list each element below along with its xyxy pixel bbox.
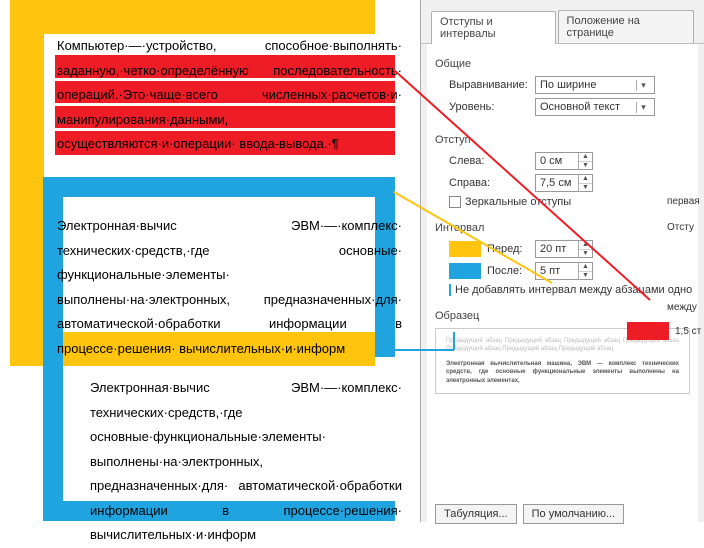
label-indent-r: Отсту [667, 222, 694, 233]
tab-position[interactable]: Положение на странице [558, 10, 694, 43]
dialog-buttons: Табуляция... По умолчанию... [435, 504, 624, 524]
label-first: первая [667, 196, 700, 207]
label-before: Перед: [449, 241, 535, 257]
up-icon[interactable]: ▲ [579, 241, 592, 250]
swatch-red [627, 322, 669, 340]
down-icon[interactable]: ▼ [579, 184, 592, 192]
up-icon[interactable]: ▲ [579, 175, 592, 184]
label-right: Справа: [449, 177, 535, 189]
up-icon[interactable]: ▲ [579, 153, 592, 162]
button-default[interactable]: По умолчанию... [523, 504, 625, 524]
up-icon[interactable]: ▲ [579, 263, 592, 272]
label-align: Выравнивание: [449, 79, 535, 91]
label-between: между [667, 302, 697, 313]
row-level: Уровень: Основной текст▾ [449, 98, 690, 116]
tabs: Отступы и интервалы Положение на страниц… [421, 0, 704, 44]
spacing-after-bar-top [43, 177, 395, 197]
row-after: После: 5 пт▲▼ [449, 262, 690, 280]
down-icon[interactable]: ▼ [579, 162, 592, 170]
paragraph-dialog: Отступы и интервалы Положение на страниц… [420, 0, 704, 522]
document-area: Компьютер·—·устройство, способное·выполн… [0, 0, 418, 522]
spinner-left[interactable]: 0 см▲▼ [535, 152, 593, 170]
row-right: Справа: 7,5 см▲▼ [449, 174, 690, 192]
dropdown-level[interactable]: Основной текст▾ [535, 98, 655, 116]
row-before: Перед: 20 пт▲▼ [449, 240, 690, 258]
checkbox-mirror[interactable] [449, 196, 461, 208]
group-sample: Образец [435, 310, 690, 322]
button-tabs[interactable]: Табуляция... [435, 504, 517, 524]
down-icon[interactable]: ▼ [579, 272, 592, 280]
tab-indents[interactable]: Отступы и интервалы [431, 11, 556, 44]
swatch-blue [449, 263, 481, 279]
label-linesp: 1,5 ст [675, 326, 701, 337]
group-interval: Интервал [435, 222, 690, 234]
dialog-body: Общие Выравнивание: По ширине▾ Уровень: … [427, 44, 698, 524]
row-align: Выравнивание: По ширине▾ [449, 76, 690, 94]
group-general: Общие [435, 58, 690, 70]
row-mirror: Зеркальные отступы [449, 196, 690, 208]
spinner-before[interactable]: 20 пт▲▼ [535, 240, 593, 258]
swatch-yellow [449, 241, 481, 257]
row-nogap: Не добавлять интервал между абзацами одн… [449, 284, 690, 296]
label-after: После: [449, 263, 535, 279]
down-icon[interactable]: ▼ [579, 250, 592, 258]
paragraph-2[interactable]: Электронная·вычис ЭВМ·—·комплекс· технич… [57, 214, 402, 361]
spinner-right[interactable]: 7,5 см▲▼ [535, 174, 593, 192]
paragraph-1[interactable]: Компьютер·—·устройство, способное·выполн… [57, 34, 402, 157]
dropdown-align[interactable]: По ширине▾ [535, 76, 655, 94]
chevron-down-icon: ▾ [636, 102, 650, 113]
label-left: Слева: [449, 155, 535, 167]
label-level: Уровень: [449, 101, 535, 113]
group-indent: Отступ [435, 134, 690, 146]
row-left: Слева: 0 см▲▼ [449, 152, 690, 170]
chevron-down-icon: ▾ [636, 80, 650, 91]
label-nogap: Не добавлять интервал между абзацами одн… [455, 284, 692, 296]
checkbox-nogap[interactable] [449, 284, 451, 296]
spinner-after[interactable]: 5 пт▲▼ [535, 262, 593, 280]
label-mirror: Зеркальные отступы [465, 196, 571, 208]
sample-text-curr: Электронная вычислительная машина, ЭВМ —… [446, 360, 679, 385]
